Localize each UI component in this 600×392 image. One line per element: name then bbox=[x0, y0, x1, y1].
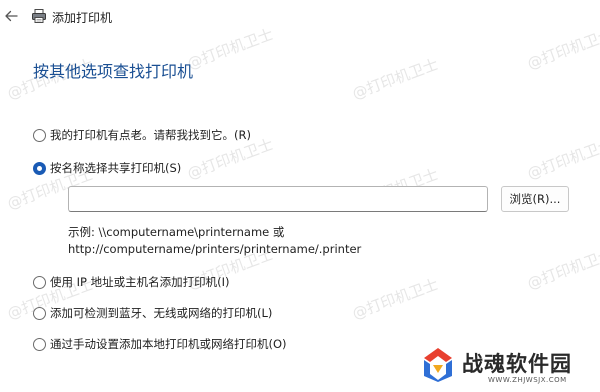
option-label: 按名称选择共享打印机(S) bbox=[50, 161, 182, 175]
printer-name-input[interactable] bbox=[68, 186, 488, 212]
watermark: @打印机卫士 bbox=[349, 275, 441, 323]
option-ip-hostname[interactable]: 使用 IP 地址或主机名添加打印机(I) bbox=[33, 274, 230, 290]
option-select-shared-printer[interactable]: 按名称选择共享打印机(S) bbox=[33, 160, 181, 176]
printer-icon bbox=[32, 9, 46, 23]
option-label: 我的打印机有点老。请帮我找到它。(R) bbox=[50, 128, 251, 142]
radio-button[interactable] bbox=[33, 275, 46, 289]
logo-name: 战魂软件园 bbox=[462, 352, 572, 376]
option-bluetooth-wireless[interactable]: 添加可检测到蓝牙、无线或网络的打印机(L) bbox=[33, 305, 272, 321]
option-label: 使用 IP 地址或主机名添加打印机(I) bbox=[50, 275, 230, 289]
back-button[interactable] bbox=[2, 7, 20, 25]
radio-button[interactable] bbox=[33, 337, 46, 351]
site-logo: 战魂软件园 WWW.ZHJWSJX.COM bbox=[410, 346, 596, 390]
option-manual-settings[interactable]: 通过手动设置添加本地打印机或网络打印机(O) bbox=[33, 336, 287, 352]
option-label: 通过手动设置添加本地打印机或网络打印机(O) bbox=[50, 337, 287, 351]
watermark: @打印机卫士 bbox=[349, 55, 441, 103]
window-title: 添加打印机 bbox=[52, 11, 113, 25]
radio-button[interactable] bbox=[33, 128, 46, 142]
watermark: @打印机卫士 bbox=[524, 135, 600, 183]
arrow-left-icon bbox=[5, 10, 18, 22]
battle-soul-logo-mark bbox=[424, 348, 452, 382]
example-text: 示例: \\computername\printername 或 http://… bbox=[68, 224, 361, 258]
example-line-2: http://computername/printers/printername… bbox=[68, 242, 362, 256]
radio-button[interactable] bbox=[33, 306, 46, 320]
page-heading: 按其他选项查找打印机 bbox=[33, 62, 194, 81]
example-line-1: 示例: \\computername\printername 或 bbox=[68, 225, 285, 239]
option-printer-old[interactable]: 我的打印机有点老。请帮我找到它。(R) bbox=[33, 127, 251, 143]
watermark: @打印机卫士 bbox=[524, 245, 600, 293]
radio-button-selected[interactable] bbox=[33, 161, 46, 175]
title-bar: 添加打印机 bbox=[0, 0, 600, 34]
logo-url: WWW.ZHJWSJX.COM bbox=[488, 376, 567, 384]
option-label: 添加可检测到蓝牙、无线或网络的打印机(L) bbox=[50, 306, 273, 320]
browse-button[interactable]: 浏览(R)... bbox=[501, 186, 569, 212]
